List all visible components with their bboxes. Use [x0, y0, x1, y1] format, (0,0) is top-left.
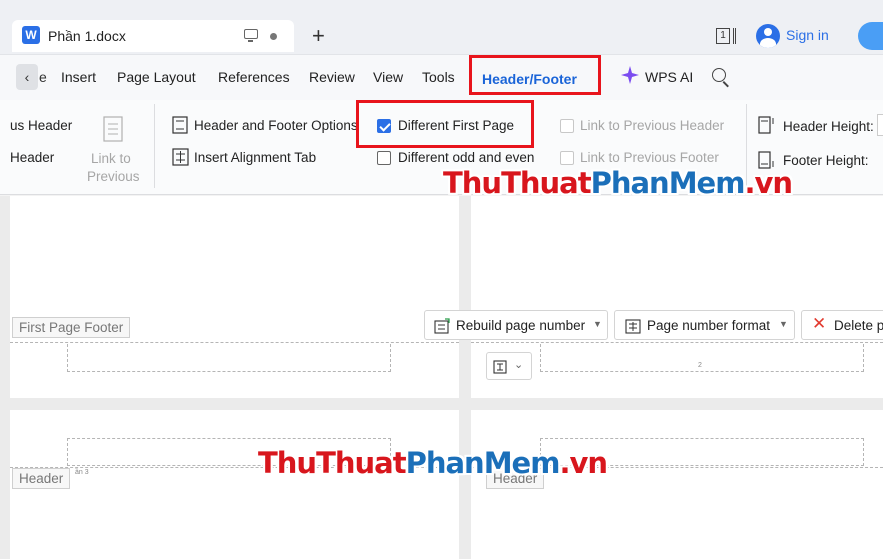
rebuild-page-number-label: Rebuild page number [456, 318, 586, 333]
insert-alignment-tab-button[interactable]: Insert Alignment Tab [194, 150, 316, 165]
monitor-icon[interactable] [244, 29, 258, 42]
watermark-part3: .vn [559, 446, 608, 480]
link-to-previous-label-1[interactable]: Link to [91, 151, 131, 166]
footer-area-left[interactable] [67, 344, 391, 372]
tab-review[interactable]: Review [309, 69, 355, 85]
footer-height-label: Footer Height: [783, 153, 869, 168]
delete-page-number-button[interactable]: ✕ Delete p [801, 310, 883, 340]
tab-insert[interactable]: Insert [61, 69, 96, 85]
tab-header-footer-label: Header/Footer [482, 71, 577, 87]
footer-boundary-right [471, 342, 883, 343]
page-number-format-icon [625, 319, 641, 334]
footer-boundary-left [10, 342, 459, 343]
page-3[interactable] [10, 410, 459, 559]
goto-header-button[interactable]: Header [10, 150, 54, 165]
page-number-icon [493, 360, 507, 374]
watermark-part2: PhanMem [590, 166, 746, 200]
search-icon[interactable] [712, 68, 726, 82]
tab-header-footer[interactable]: Header/Footer [469, 55, 601, 95]
tab-view[interactable]: View [373, 69, 403, 85]
wps-ai-sparkle-icon [621, 66, 639, 84]
tab-tools[interactable]: Tools [422, 69, 455, 85]
toolbar-separator [154, 104, 155, 188]
user-avatar-icon[interactable] [756, 24, 780, 48]
chevron-down-icon: ⌄ [514, 359, 524, 371]
document-tab[interactable]: W Phần 1.docx [12, 20, 294, 52]
delete-page-number-label: Delete p [834, 318, 883, 333]
ribbon-tabs: ‹ e Insert Page Layout References Review… [0, 55, 883, 100]
document-tab-title: Phần 1.docx [48, 28, 126, 44]
watermark-top: ThuThuatPhanMem.vn [443, 166, 793, 200]
tab-home-partial[interactable]: e [39, 69, 47, 85]
header-footer-options-button[interactable]: Header and Footer Options [194, 118, 358, 133]
page-number-format-button[interactable]: Page number format ▼ [614, 310, 795, 340]
section-tag: ần 3 [75, 469, 89, 476]
layout-badge: 1 [716, 28, 730, 44]
header-height-icon [758, 116, 774, 134]
footer-page-number: 2 [698, 362, 702, 369]
header-tag-left: Header [12, 468, 71, 489]
watermark-part1: ThuThuat [443, 166, 592, 200]
watermark-part2: PhanMem [405, 446, 561, 480]
document-canvas: First Page Footer Rebuild page number ▼ … [0, 196, 883, 559]
link-prev-footer-label[interactable]: Link to Previous Footer [580, 150, 719, 165]
watermark-bottom: ThuThuatPhanMem.vn [258, 446, 608, 480]
rebuild-page-number-icon [434, 318, 450, 334]
tab-page-layout[interactable]: Page Layout [117, 69, 196, 85]
rebuild-page-number-button[interactable]: Rebuild page number ▼ [424, 310, 608, 340]
scroll-tabs-left-icon[interactable]: ‹ [16, 64, 38, 90]
link-to-previous-label-2[interactable]: Previous [87, 169, 140, 184]
chevron-down-icon: ▼ [779, 319, 788, 329]
chevron-down-icon: ▼ [593, 319, 602, 329]
footer-area-right[interactable] [540, 344, 864, 372]
link-to-previous-icon [103, 116, 123, 142]
different-odd-even-label[interactable]: Different odd and even [398, 150, 534, 165]
first-page-footer-tag: First Page Footer [12, 317, 131, 338]
different-odd-even-checkbox[interactable] [377, 151, 391, 165]
link-prev-header-checkbox[interactable] [560, 119, 574, 133]
link-prev-header-label[interactable]: Link to Previous Header [580, 118, 724, 133]
page-number-insert-dropdown[interactable]: ⌄ [486, 352, 532, 380]
header-height-input[interactable] [877, 114, 883, 136]
tab-references[interactable]: References [218, 69, 290, 85]
layout-bar [733, 28, 736, 44]
link-prev-footer-checkbox[interactable] [560, 151, 574, 165]
title-bar: W Phần 1.docx + 1 Sign in [0, 0, 883, 55]
watermark-part3: .vn [744, 166, 793, 200]
upgrade-button[interactable] [858, 22, 883, 50]
different-first-page-label[interactable]: Different First Page [398, 118, 514, 133]
window-layout-icon[interactable]: 1 [716, 28, 738, 44]
sign-in-link[interactable]: Sign in [786, 27, 829, 43]
delete-x-icon: ✕ [812, 314, 827, 333]
unsaved-dot-icon[interactable] [270, 33, 277, 40]
different-first-page-checkbox[interactable] [377, 119, 391, 133]
header-height-label: Header Height: [783, 119, 874, 134]
new-tab-plus-icon[interactable]: + [312, 24, 325, 48]
watermark-part1: ThuThuat [258, 446, 407, 480]
tab-wps-ai[interactable]: WPS AI [645, 69, 693, 85]
page-number-format-label: Page number format [647, 318, 771, 333]
previous-header-button[interactable]: us Header [10, 118, 72, 133]
header-footer-options-icon [172, 116, 188, 134]
wps-writer-logo-icon: W [22, 26, 40, 44]
insert-alignment-tab-icon [172, 148, 189, 166]
